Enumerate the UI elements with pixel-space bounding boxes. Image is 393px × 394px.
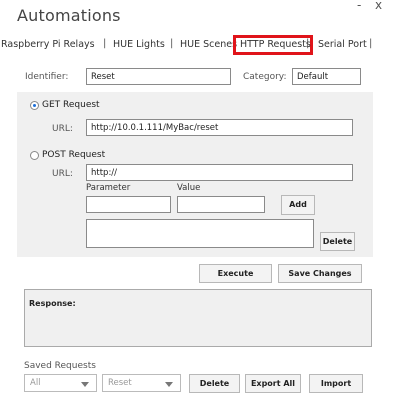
chevron-down-icon — [165, 382, 173, 387]
tab-separator: | — [369, 38, 373, 49]
identifier-input[interactable]: Reset — [86, 68, 231, 85]
saved-category-select[interactable]: All — [24, 374, 97, 392]
get-request-label: GET Request — [42, 100, 100, 110]
close-button[interactable]: x — [375, 0, 382, 12]
parameters-list[interactable] — [86, 219, 314, 248]
tab-hue-lights[interactable]: HUE Lights — [113, 39, 165, 50]
chevron-down-icon — [81, 382, 89, 387]
value-label: Value — [177, 183, 201, 193]
add-button[interactable]: Add — [281, 195, 315, 215]
tab-hue-scenes[interactable]: HUE Scenes — [180, 39, 237, 50]
tab-separator: | — [103, 38, 107, 49]
parameter-input[interactable] — [86, 196, 171, 213]
response-box — [24, 289, 372, 347]
get-request-radio[interactable] — [30, 101, 39, 110]
saved-request-select[interactable]: Reset — [102, 374, 181, 392]
window-title: Automations — [17, 6, 121, 25]
tab-separator: | — [306, 38, 310, 49]
parameter-label: Parameter — [86, 183, 131, 193]
post-request-radio[interactable] — [30, 151, 39, 160]
tab-separator: | — [170, 38, 174, 49]
execute-button[interactable]: Execute — [199, 264, 272, 283]
get-url-input[interactable]: http://10.0.1.111/MyBac/reset — [86, 119, 353, 136]
post-url-label: URL: — [52, 169, 73, 179]
delete-parameter-button[interactable]: Delete — [320, 232, 355, 251]
tab-http-requests[interactable]: HTTP Requests — [240, 39, 311, 50]
post-url-input[interactable]: http:// — [86, 164, 353, 181]
post-request-label: POST Request — [42, 150, 106, 160]
delete-saved-button[interactable]: Delete — [189, 374, 240, 393]
saved-request-value: Reset — [108, 378, 132, 388]
save-changes-button[interactable]: Save Changes — [278, 264, 362, 283]
identifier-label: Identifier: — [25, 72, 69, 82]
value-input[interactable] — [177, 196, 265, 213]
saved-category-value: All — [30, 378, 41, 388]
response-label: Response: — [29, 299, 76, 308]
import-button[interactable]: Import — [309, 374, 363, 393]
export-all-button[interactable]: Export All — [245, 374, 301, 393]
category-label: Category: — [243, 72, 287, 82]
tab-serial-port[interactable]: Serial Port — [318, 39, 367, 50]
saved-requests-label: Saved Requests — [24, 361, 96, 371]
category-input[interactable]: Default — [292, 68, 361, 85]
tab-raspberry-pi-relays[interactable]: Raspberry Pi Relays — [1, 39, 95, 50]
get-url-label: URL: — [52, 124, 73, 134]
minimize-button[interactable]: - — [357, 0, 361, 12]
tab-bar: Raspberry Pi Relays | HUE Lights | HUE S… — [0, 35, 393, 57]
